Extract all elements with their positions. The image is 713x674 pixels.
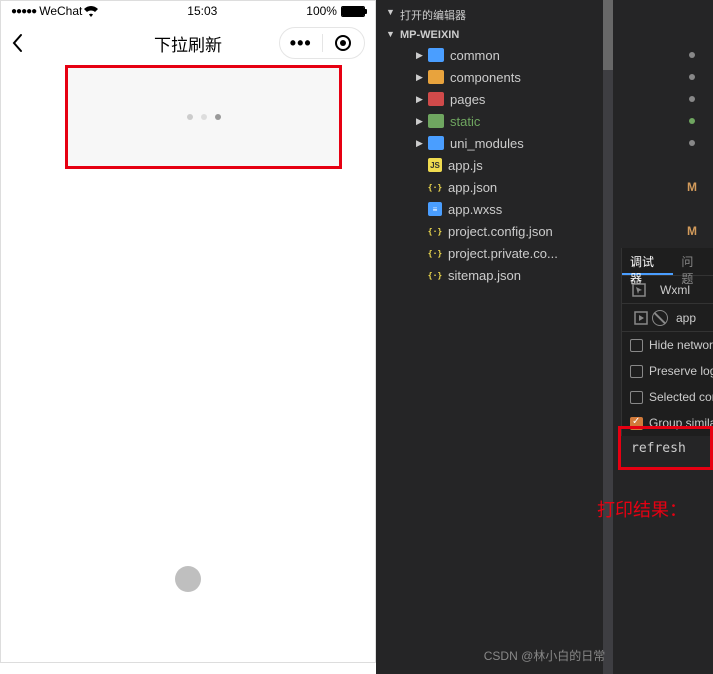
git-modified-badge: M <box>687 180 697 194</box>
checkbox-label: Preserve log <box>649 364 713 378</box>
capsule-button[interactable]: ••• <box>279 27 365 59</box>
git-status-dot <box>689 118 695 124</box>
tree-item-label: common <box>450 48 500 63</box>
annotation-label: 打印结果： <box>597 496 687 522</box>
tree-item-label: app.js <box>448 158 483 173</box>
tree-item-label: sitemap.json <box>448 268 521 283</box>
tree-item-label: app.wxss <box>448 202 502 217</box>
capsule-menu-button[interactable]: ••• <box>280 33 322 54</box>
tree-item-components[interactable]: ▶ components <box>376 66 713 88</box>
folder-icon <box>428 136 444 150</box>
tree-item-label: pages <box>450 92 485 107</box>
tree-item-project-config-json[interactable]: {·} project.config.json M <box>376 220 713 242</box>
checkbox-icon[interactable] <box>630 391 643 404</box>
chevron-right-icon: ▶ <box>416 50 424 61</box>
wxml-label[interactable]: Wxml <box>660 283 690 297</box>
tree-item-app-json[interactable]: {·} app.json M <box>376 176 713 198</box>
tab-problems[interactable]: 问题 <box>673 248 713 275</box>
checkbox-label: Hide network <box>649 338 713 352</box>
file-tree: ▼打开的编辑器 ▼MP-WEIXIN ▶ common ▶ components ▶ pa… <box>376 0 713 290</box>
nav-title: 下拉刷新 <box>154 31 222 56</box>
tree-item-app-js[interactable]: JS app.js <box>376 154 713 176</box>
devtools-panel: 调试器 问题 Wxml app Hide network Preserve log… <box>621 248 713 436</box>
battery-label: 100% <box>306 4 337 18</box>
tree-item-static[interactable]: ▶ static <box>376 110 713 132</box>
checkbox-icon[interactable] <box>630 365 643 378</box>
wifi-icon <box>84 6 98 17</box>
checkbox-row-2[interactable]: Selected cor <box>622 384 713 410</box>
ide-panel: ▼打开的编辑器 ▼MP-WEIXIN ▶ common ▶ components ▶ pa… <box>376 0 713 674</box>
chevron-down-icon: ▼ <box>386 7 395 17</box>
tree-item-label: project.config.json <box>448 224 553 239</box>
tree-item-label: app.json <box>448 180 497 195</box>
tree-item-label: project.private.co... <box>448 246 558 261</box>
git-status-dot <box>689 74 695 80</box>
tree-item-common[interactable]: ▶ common <box>376 44 713 66</box>
git-status-dot <box>689 96 695 102</box>
target-icon <box>335 35 351 51</box>
play-icon[interactable] <box>630 307 652 329</box>
nav-bar: 下拉刷新 ••• <box>1 21 375 65</box>
git-modified-badge: M <box>687 224 697 238</box>
console-message: refresh <box>631 441 686 456</box>
tree-item-label: static <box>450 114 480 129</box>
loading-indicator <box>187 114 221 120</box>
wxss-file-icon: ≡ <box>428 202 442 216</box>
folder-icon <box>428 48 444 62</box>
back-button[interactable] <box>11 33 31 53</box>
tab-debugger[interactable]: 调试器 <box>622 248 673 275</box>
watermark: CSDN @林小白的日常 <box>484 647 606 664</box>
tree-item-label: components <box>450 70 521 85</box>
clear-icon[interactable] <box>652 310 668 326</box>
chevron-right-icon: ▶ <box>416 116 424 127</box>
folder-icon <box>428 92 444 106</box>
chevron-down-icon: ▼ <box>386 29 395 39</box>
json-file-icon: {·} <box>428 180 442 194</box>
capsule-close-button[interactable] <box>322 35 364 51</box>
filter-label: app <box>676 311 696 325</box>
chevron-right-icon: ▶ <box>416 138 424 149</box>
js-file-icon: JS <box>428 158 442 172</box>
json-file-icon: {·} <box>428 246 442 260</box>
console-output-highlight: refresh <box>618 426 713 470</box>
status-bar: ●●●●● WeChat 15:03 100% <box>1 1 375 21</box>
checkbox-row-0[interactable]: Hide network <box>622 332 713 358</box>
json-file-icon: {·} <box>428 268 442 282</box>
signal-icon: ●●●●● <box>11 6 36 17</box>
more-icon: ••• <box>290 33 312 54</box>
checkbox-icon[interactable] <box>630 339 643 352</box>
checkbox-row-1[interactable]: Preserve log <box>622 358 713 384</box>
touch-indicator <box>175 566 201 592</box>
tree-item-pages[interactable]: ▶ pages <box>376 88 713 110</box>
folder-icon <box>428 114 444 128</box>
folder-icon <box>428 70 444 84</box>
checkbox-label: Selected cor <box>649 390 713 404</box>
carrier-label: WeChat <box>39 4 82 18</box>
git-status-dot <box>689 140 695 146</box>
tree-item-app-wxss[interactable]: ≡ app.wxss <box>376 198 713 220</box>
tree-item-label: uni_modules <box>450 136 524 151</box>
phone-simulator: ●●●●● WeChat 15:03 100% 下拉刷新 ••• <box>0 0 376 663</box>
inspect-icon[interactable] <box>628 279 650 301</box>
tree-item-uni_modules[interactable]: ▶ uni_modules <box>376 132 713 154</box>
chevron-right-icon: ▶ <box>416 72 424 83</box>
battery-icon <box>341 6 365 17</box>
project-section[interactable]: ▼MP-WEIXIN <box>376 26 713 44</box>
json-file-icon: {·} <box>428 224 442 238</box>
git-status-dot <box>689 52 695 58</box>
time-label: 15:03 <box>187 4 217 18</box>
open-editors-section[interactable]: ▼打开的编辑器 <box>376 4 713 26</box>
chevron-right-icon: ▶ <box>416 94 424 105</box>
refresh-area-highlight <box>65 65 342 169</box>
